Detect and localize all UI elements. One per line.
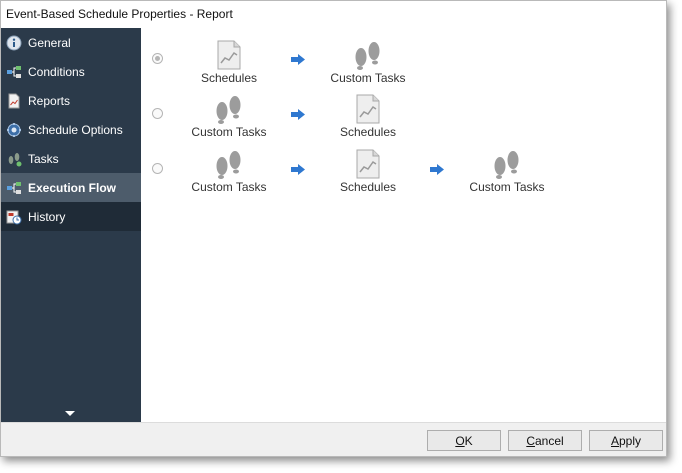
ok-button[interactable]: OK	[427, 430, 501, 451]
cancel-button[interactable]: Cancel	[508, 430, 582, 451]
sidebar-scroll-down-arrow[interactable]	[65, 411, 75, 416]
flow-option-schedules-then-tasks: Schedules Custom Tasks	[141, 38, 661, 88]
apply-button[interactable]: Apply	[589, 430, 663, 451]
footprints-icon	[355, 42, 380, 70]
arrow-right-icon	[430, 164, 444, 175]
flow-option-tasks-schedules-tasks: Custom Tasks Schedules Custom Tasks	[141, 147, 661, 197]
flow-step-schedules: Schedules	[318, 147, 418, 194]
properties-dialog: Event-Based Schedule Properties - Report…	[0, 0, 667, 457]
sidebar-item-history[interactable]: History	[1, 202, 141, 231]
flow-option-radio[interactable]	[152, 108, 163, 119]
footprints-icon	[494, 151, 519, 179]
flow-step-custom-tasks: Custom Tasks	[457, 147, 557, 194]
footprints-icon	[216, 151, 241, 179]
flow-step-schedules: Schedules	[318, 92, 418, 139]
sidebar-item-conditions[interactable]: Conditions	[1, 57, 141, 86]
flow-step-label: Custom Tasks	[191, 125, 267, 139]
dialog-footer: OK Cancel Apply	[1, 422, 666, 456]
flow-step-label: Schedules	[200, 71, 258, 85]
flow-step-label: Custom Tasks	[330, 71, 406, 85]
flow-step-label: Schedules	[339, 180, 397, 194]
flow-step-custom-tasks: Custom Tasks	[179, 147, 279, 194]
flow-step-custom-tasks: Custom Tasks	[318, 38, 418, 85]
schedule-document-icon	[356, 94, 380, 124]
report-icon	[6, 93, 22, 109]
sidebar-item-label: Tasks	[28, 151, 59, 166]
sidebar-item-reports[interactable]: Reports	[1, 86, 141, 115]
sidebar-item-label: General	[28, 35, 71, 50]
sidebar-item-schedule-options[interactable]: Schedule Options	[1, 115, 141, 144]
flow-option-tasks-then-schedules: Custom Tasks Schedules	[141, 92, 661, 142]
sidebar-item-label: Reports	[28, 93, 71, 108]
flow-step-label: Schedules	[339, 125, 397, 139]
info-icon	[6, 35, 22, 51]
execution-flow-panel: Schedules Custom Tasks Custom Tasks Sche…	[141, 28, 666, 424]
sidebar-item-label: Conditions	[28, 64, 85, 79]
sidebar-item-general[interactable]: General	[1, 28, 141, 57]
conditions-icon	[6, 64, 22, 80]
arrow-right-icon	[291, 54, 305, 65]
arrow-right-icon	[291, 164, 305, 175]
footprints-icon	[6, 151, 22, 167]
window-title: Event-Based Schedule Properties - Report	[6, 7, 233, 21]
sidebar: General Conditions Reports Schedule Opti…	[1, 28, 141, 424]
arrow-right-icon	[291, 109, 305, 120]
schedule-options-icon	[6, 122, 22, 138]
sidebar-item-execution-flow[interactable]: Execution Flow	[1, 173, 141, 202]
sidebar-item-label: Schedule Options	[28, 122, 123, 137]
flow-option-radio[interactable]	[152, 163, 163, 174]
flow-step-custom-tasks: Custom Tasks	[179, 92, 279, 139]
history-icon	[6, 209, 22, 225]
sidebar-item-tasks[interactable]: Tasks	[1, 144, 141, 173]
title-bar: Event-Based Schedule Properties - Report	[1, 1, 666, 28]
schedule-document-icon	[356, 149, 380, 179]
sidebar-item-label: Execution Flow	[28, 180, 117, 195]
schedule-document-icon	[217, 40, 241, 70]
footprints-icon	[216, 96, 241, 124]
flow-step-schedules: Schedules	[179, 38, 279, 85]
flow-step-label: Custom Tasks	[469, 180, 545, 194]
execution-flow-icon	[6, 180, 22, 196]
flow-option-radio[interactable]	[152, 53, 163, 64]
sidebar-item-label: History	[28, 209, 66, 224]
flow-step-label: Custom Tasks	[191, 180, 267, 194]
